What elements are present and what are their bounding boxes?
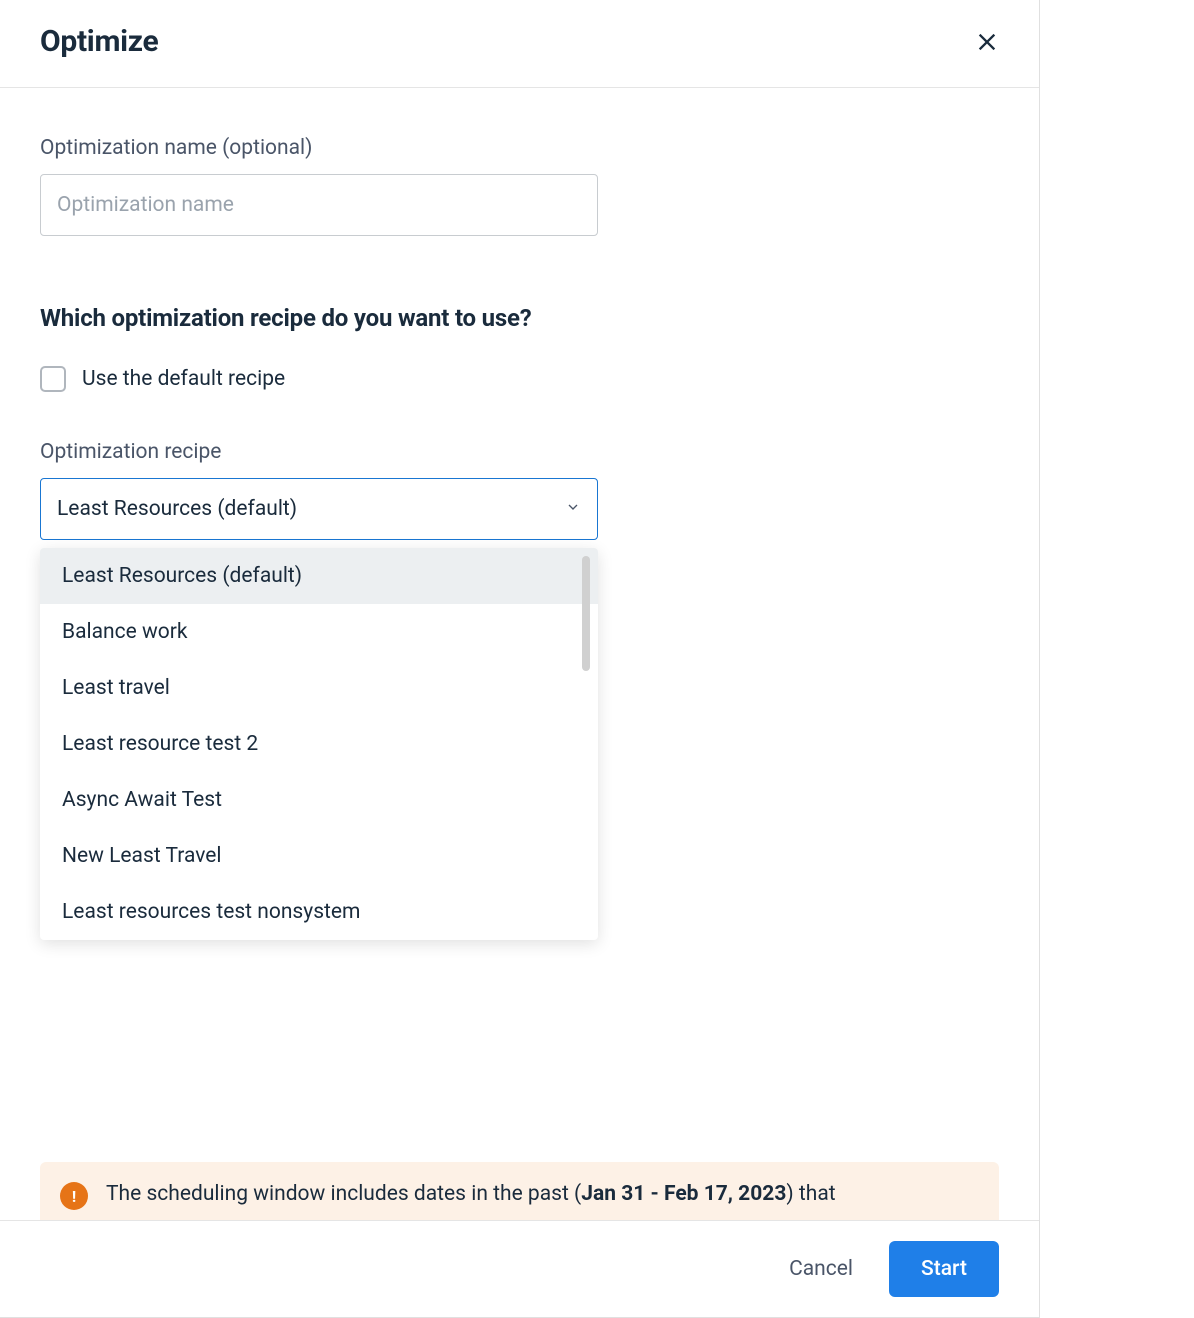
warning-icon: !	[60, 1182, 88, 1210]
recipe-field-label: Optimization recipe	[40, 440, 999, 464]
modal-footer: Cancel Start	[0, 1220, 1039, 1317]
recipe-option[interactable]: Least resources test nonsystem	[40, 884, 598, 940]
recipe-option[interactable]: New Least Travel	[40, 828, 598, 884]
warning-text-after: ) that	[786, 1182, 835, 1206]
default-recipe-checkbox-label: Use the default recipe	[82, 367, 285, 391]
recipe-select-value: Least Resources (default)	[57, 497, 297, 521]
chevron-down-icon	[565, 497, 581, 521]
recipe-option[interactable]: Least resource test 2	[40, 716, 598, 772]
recipe-option[interactable]: Balance work	[40, 604, 598, 660]
modal-header: Optimize	[0, 0, 1039, 88]
default-recipe-checkbox[interactable]	[40, 366, 66, 392]
recipe-dropdown-list[interactable]: Least Resources (default) Balance work L…	[40, 548, 598, 940]
recipe-section-heading: Which optimization recipe do you want to…	[40, 304, 999, 332]
optimize-modal: Optimize Optimization name (optional) Wh…	[0, 0, 1040, 1318]
modal-body: Optimization name (optional) Which optim…	[0, 88, 1039, 1220]
recipe-select-wrapper: Least Resources (default) Least Resource…	[40, 478, 598, 540]
name-field-label: Optimization name (optional)	[40, 136, 999, 160]
dropdown-scrollbar[interactable]	[582, 556, 590, 671]
recipe-option[interactable]: Async Await Test	[40, 772, 598, 828]
warning-text-before: The scheduling window includes dates in …	[106, 1182, 581, 1206]
cancel-button[interactable]: Cancel	[781, 1245, 861, 1293]
close-icon[interactable]	[975, 30, 999, 54]
recipe-option[interactable]: Least travel	[40, 660, 598, 716]
optimization-name-input[interactable]	[40, 174, 598, 236]
warning-text: The scheduling window includes dates in …	[106, 1180, 836, 1209]
start-button[interactable]: Start	[889, 1241, 999, 1297]
recipe-dropdown-panel: Least Resources (default) Balance work L…	[40, 548, 598, 940]
warning-date-range: Jan 31 - Feb 17, 2023	[581, 1182, 786, 1206]
default-recipe-checkbox-row: Use the default recipe	[40, 366, 999, 392]
recipe-select[interactable]: Least Resources (default)	[40, 478, 598, 540]
warning-banner: ! The scheduling window includes dates i…	[40, 1162, 999, 1220]
modal-title: Optimize	[40, 24, 158, 59]
recipe-option[interactable]: Least Resources (default)	[40, 548, 598, 604]
